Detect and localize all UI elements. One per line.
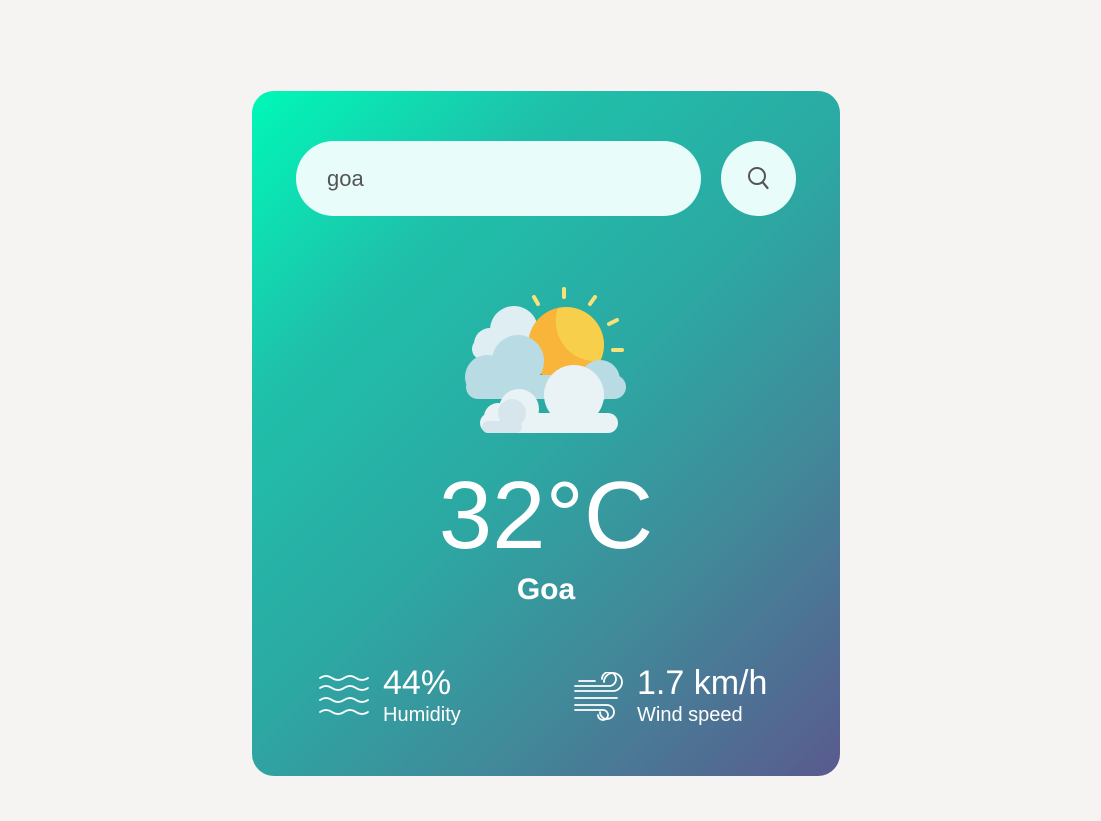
humidity-waves-icon: [319, 675, 369, 715]
search-bar: [296, 141, 796, 216]
wind-label: Wind speed: [637, 704, 743, 726]
partly-cloudy-icon: [465, 287, 626, 433]
city-name: Goa: [516, 573, 576, 606]
humidity-detail: 44% Humidity: [318, 664, 518, 726]
search-input[interactable]: [296, 141, 701, 216]
weather-card: 32°C Goa 44% Humidity 1.7 km/h Wi: [252, 91, 840, 776]
wind-detail: 1.7 km/h Wind speed: [573, 664, 793, 726]
wind-value: 1.7 km/h: [637, 664, 768, 702]
search-button[interactable]: [721, 141, 796, 216]
humidity-value: 44%: [383, 664, 452, 702]
humidity-label: Humidity: [383, 704, 461, 726]
search-icon: [747, 166, 769, 189]
temperature: 32°C: [438, 462, 654, 569]
wind-icon: [574, 672, 623, 721]
